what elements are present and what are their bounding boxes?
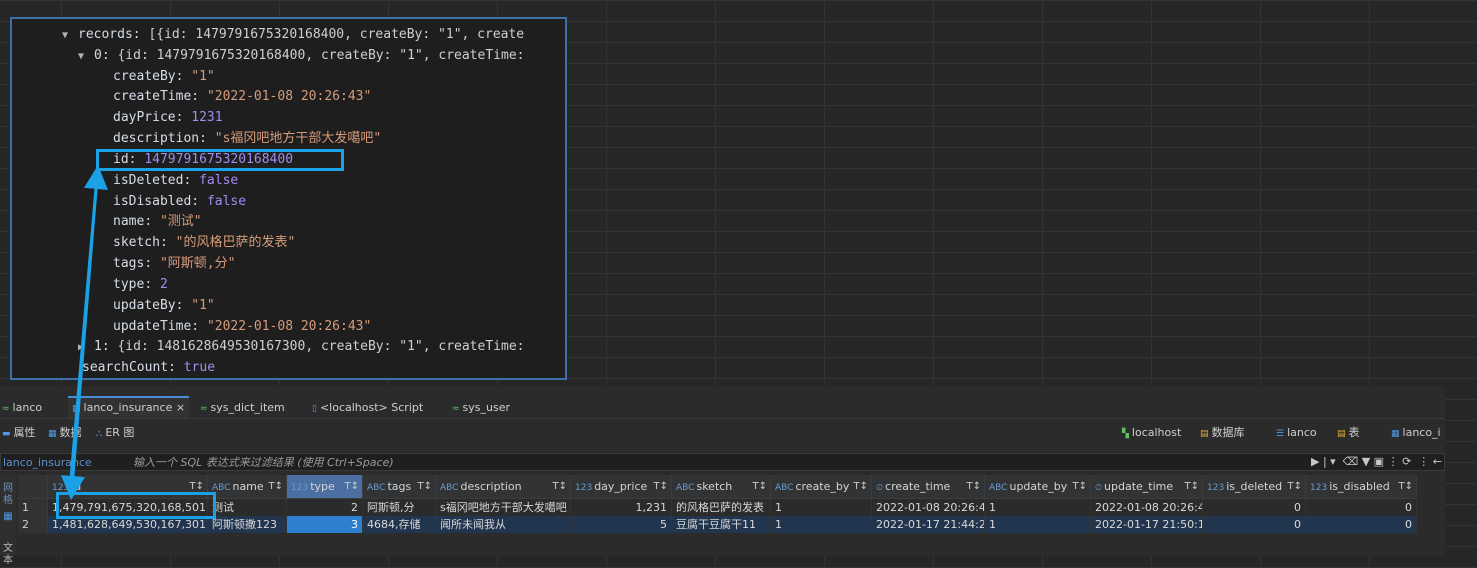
annotation-arrows [61, 165, 108, 500]
arrow-down [61, 176, 99, 500]
